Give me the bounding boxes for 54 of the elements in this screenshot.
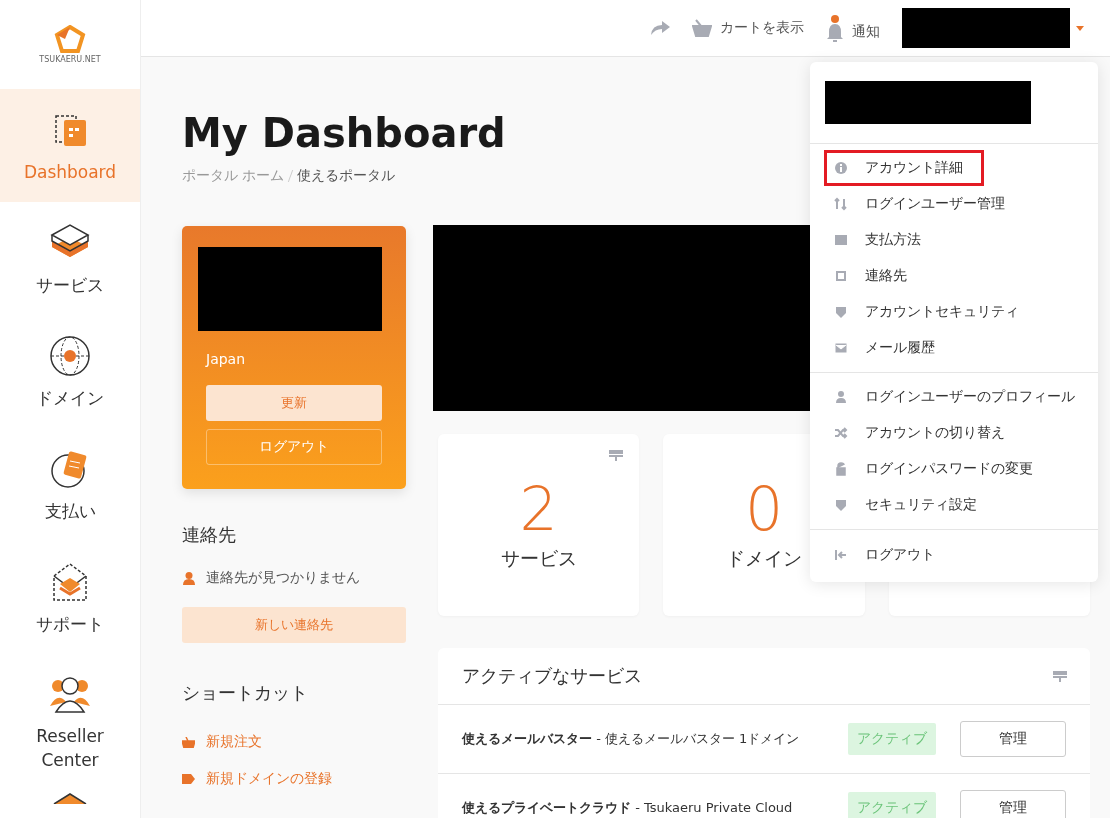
tag-icon [182, 774, 195, 784]
sidebar-item[interactable]: サービス [0, 202, 140, 315]
service-name: 使えるメールバスター - 使えるメールバスター 1ドメイン [462, 730, 801, 748]
shield-icon [834, 305, 848, 319]
share-icon[interactable] [650, 20, 670, 36]
stat-label: ドメイン [726, 546, 802, 571]
manage-button[interactable]: 管理 [960, 721, 1066, 757]
stat-value: 0 [744, 476, 784, 542]
logo-text: TSUKAERU.NET [39, 55, 101, 64]
bell-icon [826, 21, 844, 43]
user-icon [834, 390, 848, 404]
menu-item[interactable]: 連絡先 [824, 258, 1084, 294]
stat-card[interactable]: 2 サービス [438, 434, 640, 616]
shuffle-icon [834, 426, 848, 440]
notifications-link[interactable]: 通知 [826, 13, 880, 43]
menu-item[interactable]: ログインユーザー管理 [824, 186, 1084, 222]
menu-item[interactable]: 支払方法 [824, 222, 1084, 258]
logo-icon [53, 25, 87, 53]
envelope-icon [834, 341, 848, 355]
lock-icon [834, 462, 848, 476]
server-icon [1053, 670, 1067, 682]
menu-item[interactable]: アカウント詳細 [824, 150, 984, 186]
basket-icon [182, 736, 195, 748]
sidebar-item[interactable]: Reseller Center [0, 654, 140, 790]
status-badge: アクティブ [848, 723, 936, 755]
menu-item[interactable]: メール履歴 [824, 330, 1084, 366]
globe-icon [48, 333, 92, 378]
stat-value: 2 [519, 476, 558, 542]
country-text: Japan [206, 351, 247, 367]
user-icon [183, 571, 195, 585]
logout-icon [834, 548, 848, 562]
caret-icon[interactable] [1076, 25, 1084, 31]
basket-icon [692, 19, 712, 37]
service-name: 使えるプライベートクラウド - Tsukaeru Private Cloud [462, 799, 794, 817]
panel-title: アクティブなサービス [462, 664, 642, 688]
stat-label: サービス [500, 546, 577, 571]
empty-contacts-text: 連絡先が見つかりません [206, 569, 360, 587]
sort-arrows-icon [834, 197, 848, 211]
shortcuts-heading: ショートカット [182, 681, 309, 705]
status-badge: アクティブ [848, 792, 936, 818]
menu-item[interactable]: ログインユーザーのプロフィール [824, 379, 1084, 415]
info-icon [834, 161, 848, 175]
page-title: My Dashboard [182, 109, 507, 157]
shield-icon [834, 498, 848, 512]
manage-button[interactable]: 管理 [960, 790, 1066, 818]
card-icon [834, 233, 848, 247]
cart-link[interactable]: カートを表示 [692, 19, 804, 37]
sidebar-item[interactable]: サポート [0, 541, 140, 654]
sidebar-item[interactable]: 支払い [0, 428, 140, 541]
sidebar-item[interactable]: ドメイン [0, 315, 140, 428]
contacts-heading: 連絡先 [182, 523, 237, 547]
breadcrumb-current: 使えるポータル [297, 167, 396, 185]
server-icon [609, 450, 624, 461]
menu-item[interactable]: アカウントセキュリティ [824, 294, 1084, 330]
